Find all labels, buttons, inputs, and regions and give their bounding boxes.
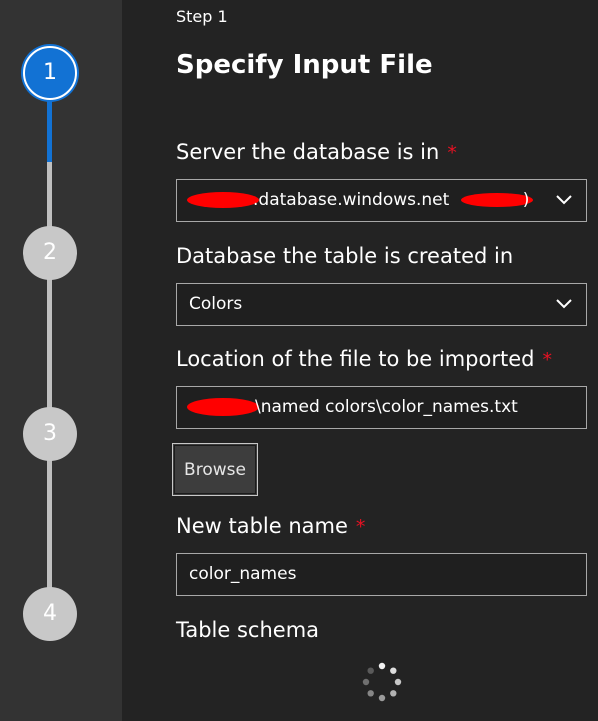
- database-label-text: Database the table is created in: [176, 244, 514, 268]
- stepper-step-2[interactable]: 2: [23, 226, 77, 280]
- import-wizard: 1 2 3 4 Step 1 Specify Input File Server…: [0, 0, 598, 721]
- server-field-label: Server the database is in *: [176, 140, 457, 164]
- table-schema-label: Table schema: [176, 618, 319, 642]
- file-location-label-text: Location of the file to be imported: [176, 347, 535, 371]
- file-location-input[interactable]: \named colors\color_names.txt: [176, 386, 587, 429]
- redaction-mark: [187, 398, 259, 416]
- step-caption: Step 1: [176, 7, 228, 26]
- stepper-rail: 1 2 3 4: [0, 0, 122, 721]
- browse-button[interactable]: Browse: [172, 443, 258, 496]
- database-field-label: Database the table is created in: [176, 244, 513, 268]
- table-name-value: color_names: [189, 564, 297, 584]
- server-label-text: Server the database is in: [176, 140, 440, 164]
- table-name-field-label: New table name *: [176, 514, 365, 538]
- database-dropdown[interactable]: Colors: [176, 283, 587, 326]
- server-value-suffix: ): [522, 190, 530, 210]
- stepper-progress-track: [47, 100, 52, 162]
- file-location-value: \named colors\color_names.txt: [255, 397, 518, 417]
- table-schema-label-text: Table schema: [176, 618, 320, 642]
- server-value: .database.windows.net: [253, 190, 450, 210]
- main-panel: Step 1 Specify Input File Server the dat…: [122, 0, 598, 721]
- required-marker: *: [447, 142, 457, 164]
- table-name-label-text: New table name: [176, 514, 348, 538]
- table-name-input[interactable]: color_names: [176, 553, 587, 596]
- required-marker: *: [355, 516, 366, 538]
- required-marker: *: [542, 349, 552, 371]
- page-title: Specify Input File: [176, 50, 433, 80]
- database-value: Colors: [189, 294, 243, 314]
- stepper-step-4[interactable]: 4: [23, 587, 77, 641]
- stepper-step-3[interactable]: 3: [23, 407, 77, 461]
- chevron-down-icon: [556, 299, 572, 309]
- server-dropdown[interactable]: .database.windows.net ): [176, 179, 587, 222]
- file-location-field-label: Location of the file to be imported *: [176, 347, 552, 371]
- loading-spinner-icon: [362, 662, 402, 702]
- redaction-mark: [187, 192, 259, 208]
- chevron-down-icon: [556, 195, 572, 205]
- stepper-step-1[interactable]: 1: [23, 46, 77, 100]
